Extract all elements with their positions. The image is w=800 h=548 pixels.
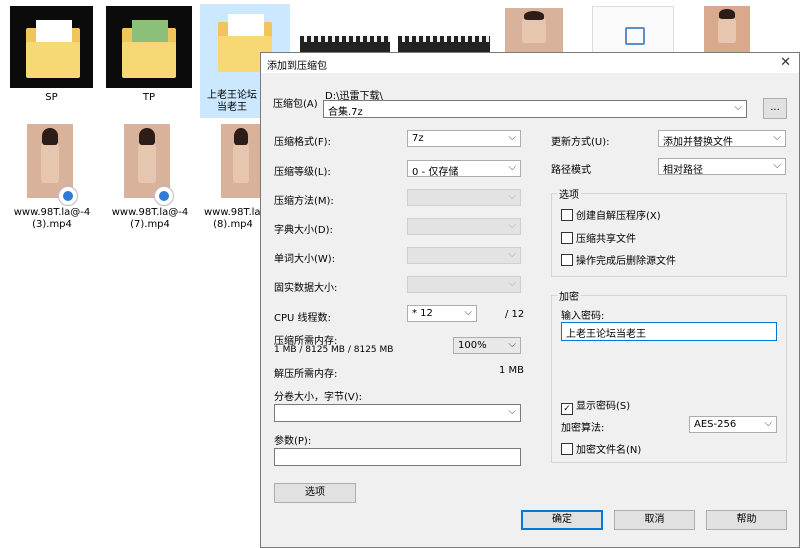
- video-thumb-8[interactable]: [221, 124, 261, 198]
- folder-label-selected: 上老王论坛当老王: [207, 90, 257, 113]
- level-label: 压缩等级(L):: [274, 167, 331, 178]
- video-thumb[interactable]: [704, 6, 750, 52]
- video-label: www.98T.la@-4 (3).mp4: [13, 207, 91, 230]
- folder-thumb-sp[interactable]: [10, 6, 93, 88]
- chevron-down-icon: ⌵: [508, 132, 516, 143]
- ok-button[interactable]: 确定: [521, 510, 603, 530]
- document-file-icon[interactable]: [592, 6, 674, 54]
- encryption-method-select[interactable]: AES-256 ⌵: [689, 416, 777, 433]
- chevron-down-icon: ⌵: [773, 132, 781, 143]
- dialog-title: 添加到压缩包: [267, 61, 327, 72]
- options-button[interactable]: 选项: [274, 483, 356, 503]
- format-select[interactable]: 7z ⌵: [407, 130, 521, 147]
- checkbox-icon[interactable]: [561, 254, 573, 266]
- password-input[interactable]: 上老王论坛当老王: [561, 322, 777, 341]
- options-group-title: 选项: [557, 186, 581, 201]
- method-label: 压缩方法(M):: [274, 196, 334, 207]
- dialog-titlebar[interactable]: 添加到压缩包 ✕: [261, 53, 799, 73]
- dictionary-select[interactable]: ⌵: [407, 218, 521, 235]
- format-label: 压缩格式(F):: [274, 137, 331, 148]
- word-size-select[interactable]: ⌵: [407, 247, 521, 264]
- compress-memory-detail: 1 MB / 8125 MB / 8125 MB: [274, 345, 394, 355]
- archive-label: 压缩包(A): [273, 99, 318, 110]
- cancel-button[interactable]: 取消: [614, 510, 695, 530]
- compress-shared-checkbox[interactable]: 压缩共享文件: [561, 230, 636, 245]
- memory-percent-select[interactable]: 100% ⌵: [453, 337, 521, 354]
- solid-size-label: 固实数据大小:: [274, 283, 338, 294]
- checkbox-icon[interactable]: [561, 443, 573, 455]
- solid-size-select[interactable]: ⌵: [407, 276, 521, 293]
- video-thumb[interactable]: [505, 8, 563, 52]
- encryption-method-label: 加密算法:: [561, 423, 605, 434]
- password-label: 输入密码:: [561, 311, 605, 322]
- encryption-group-title: 加密: [557, 288, 581, 303]
- folder-icon: [122, 20, 176, 78]
- chevron-down-icon: ⌵: [508, 406, 516, 417]
- folder-icon: [26, 20, 80, 78]
- shortcut-arrow-icon: [154, 186, 174, 206]
- chevron-down-icon: ⌵: [464, 307, 472, 318]
- shortcut-arrow-icon: [58, 186, 78, 206]
- video-film-thumb[interactable]: [398, 36, 490, 52]
- path-mode-label: 路径模式: [551, 165, 591, 176]
- chevron-down-icon: ⌵: [764, 418, 772, 429]
- delete-after-checkbox[interactable]: 操作完成后删除源文件: [561, 252, 676, 267]
- chevron-down-icon: ⌵: [508, 191, 516, 202]
- browse-button[interactable]: ...: [763, 98, 787, 119]
- checkbox-icon[interactable]: [561, 232, 573, 244]
- update-mode-select[interactable]: 添加并替换文件 ⌵: [658, 130, 786, 148]
- params-input[interactable]: [274, 448, 521, 466]
- close-icon[interactable]: ✕: [780, 55, 791, 70]
- chevron-down-icon: ⌵: [508, 220, 516, 231]
- help-button[interactable]: 帮助: [706, 510, 787, 530]
- update-mode-label: 更新方式(U):: [551, 137, 610, 148]
- method-select[interactable]: ⌵: [407, 189, 521, 206]
- chevron-down-icon[interactable]: ⌵: [734, 102, 742, 113]
- encrypt-filenames-checkbox[interactable]: 加密文件名(N): [561, 441, 641, 456]
- word-size-label: 单词大小(W):: [274, 254, 336, 265]
- folder-label-sp: SP: [45, 92, 58, 103]
- folder-thumb-tp[interactable]: [106, 6, 192, 88]
- dictionary-label: 字典大小(D):: [274, 225, 333, 236]
- video-label: www.98T.la@-4 (7).mp4: [111, 207, 189, 230]
- add-to-archive-dialog: 添加到压缩包 ✕ 压缩包(A) D:\迅雷下载\ 合集.7z ⌵ ... 压缩格…: [260, 52, 800, 548]
- cpu-threads-label: CPU 线程数:: [274, 313, 331, 324]
- archive-name-combobox[interactable]: 合集.7z ⌵: [323, 100, 747, 118]
- chevron-down-icon: ⌵: [508, 278, 516, 289]
- show-password-checkbox[interactable]: ✓ 显示密码(S): [561, 397, 630, 415]
- video-label: www.98T.la@-4 (8).mp4: [204, 207, 262, 230]
- split-volume-combobox[interactable]: ⌵: [274, 404, 521, 422]
- cpu-threads-max: / 12: [505, 309, 525, 320]
- split-volume-label: 分卷大小，字节(V):: [274, 392, 363, 403]
- checkmark-icon[interactable]: ✓: [561, 403, 573, 415]
- chevron-down-icon: ⌵: [508, 339, 516, 350]
- chevron-down-icon: ⌵: [773, 160, 781, 171]
- path-mode-select[interactable]: 相对路径 ⌵: [658, 158, 786, 176]
- video-film-thumb[interactable]: [300, 36, 390, 52]
- decompress-memory-value: 1 MB: [499, 365, 525, 376]
- create-sfx-checkbox[interactable]: 创建自解压程序(X): [561, 207, 661, 222]
- level-select[interactable]: 0 - 仅存储 ⌵: [407, 160, 521, 178]
- decompress-memory-label: 解压所需内存:: [274, 369, 338, 380]
- chevron-down-icon: ⌵: [508, 249, 516, 260]
- folder-label-tp: TP: [142, 92, 156, 103]
- file-camera-icon: [625, 27, 645, 45]
- chevron-down-icon: ⌵: [508, 162, 516, 173]
- checkbox-icon[interactable]: [561, 209, 573, 221]
- cpu-threads-select[interactable]: * 12 ⌵: [407, 305, 477, 322]
- params-label: 参数(P):: [274, 436, 312, 447]
